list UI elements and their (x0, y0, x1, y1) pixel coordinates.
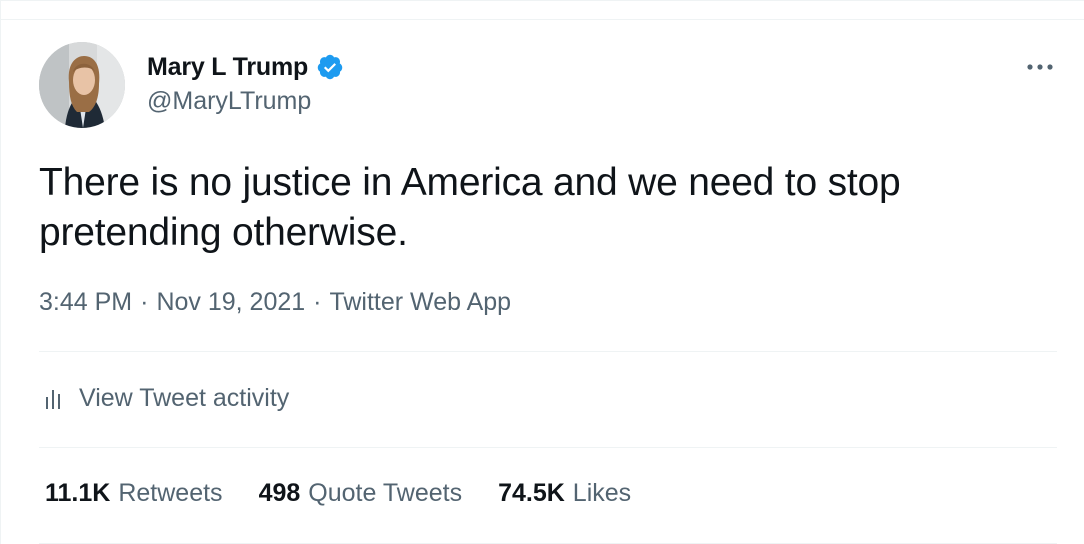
retweets-count: 11.1K (45, 479, 111, 507)
meta-separator: · (140, 288, 149, 316)
avatar[interactable] (39, 42, 125, 128)
view-tweet-activity-link[interactable]: View Tweet activity (39, 384, 289, 413)
likes-label: Likes (572, 479, 632, 507)
avatar-image (39, 42, 125, 128)
retweets-stat[interactable]: 11.1K Retweets (45, 479, 223, 508)
divider (39, 447, 1057, 448)
author-display-name[interactable]: Mary L Trump (147, 53, 308, 82)
retweets-label: Retweets (118, 479, 223, 507)
tweet-text: There is no justice in America and we ne… (39, 161, 901, 254)
tweet-time[interactable]: 3:44 PM (39, 288, 132, 317)
meta-separator: · (313, 288, 322, 316)
quote-tweets-label: Quote Tweets (308, 479, 463, 507)
author-handle[interactable]: @MaryLTrump (147, 87, 311, 116)
quote-tweets-count: 498 (258, 479, 301, 507)
likes-stat[interactable]: 74.5K Likes (498, 479, 631, 508)
author-name-row[interactable]: Mary L Trump (147, 51, 344, 83)
top-divider (1, 19, 1084, 20)
tweet-metadata: 3:44 PM · Nov 19, 2021 · Twitter Web App (39, 288, 511, 317)
likes-count: 74.5K (498, 479, 565, 507)
verified-badge-icon (316, 53, 344, 81)
more-options-icon[interactable] (1023, 53, 1057, 81)
tweet-date[interactable]: Nov 19, 2021 (156, 288, 305, 317)
view-tweet-activity-label: View Tweet activity (79, 384, 290, 412)
divider (39, 351, 1057, 352)
bar-chart-icon (46, 389, 60, 409)
tweet-card: Mary L Trump @MaryLTrump There is no jus… (0, 0, 1084, 544)
tweet-source[interactable]: Twitter Web App (329, 288, 511, 317)
tweet-stats: 11.1K Retweets 498 Quote Tweets 74.5K Likes (45, 479, 667, 508)
quote-tweets-stat[interactable]: 498 Quote Tweets (259, 479, 463, 508)
